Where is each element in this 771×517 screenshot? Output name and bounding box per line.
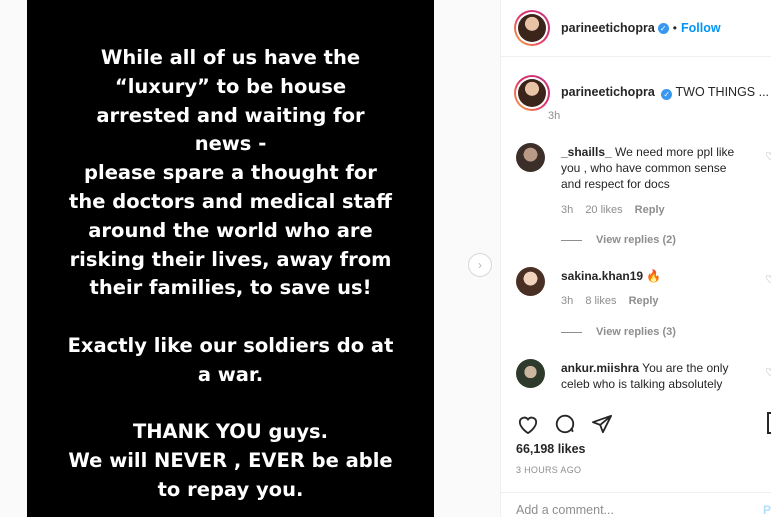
- post-image[interactable]: While all of us have the “luxury” to be h…: [27, 0, 434, 517]
- comment-input[interactable]: [516, 503, 746, 517]
- header-username[interactable]: parineetichopra: [561, 21, 655, 35]
- verified-badge-icon: ✓: [661, 89, 673, 100]
- view-replies-button[interactable]: View replies (3): [561, 326, 676, 338]
- post-image-text-line: While all of us have the: [100, 46, 361, 69]
- comment-body: sakina.khan19 🔥: [561, 268, 746, 284]
- verified-badge-icon: ✓: [657, 22, 669, 34]
- post-time[interactable]: 3 HOURS AGO: [516, 465, 581, 475]
- instagram-post-view: While all of us have the “luxury” to be h…: [0, 0, 771, 517]
- comment-like-icon[interactable]: ♡: [765, 273, 771, 286]
- post-image-text: While all of us have the “luxury” to be h…: [27, 44, 434, 505]
- heart-icon: [518, 416, 538, 434]
- comment-time[interactable]: 3h: [561, 295, 573, 307]
- next-button[interactable]: ›: [468, 253, 492, 277]
- comment-text: 🔥: [646, 269, 662, 283]
- separator-dot: •: [672, 21, 677, 35]
- post-image-text-line: news -: [194, 132, 267, 156]
- post-actions: [516, 412, 614, 436]
- comment-avatar[interactable]: [516, 267, 545, 296]
- like-count[interactable]: 66,198 likes: [516, 442, 586, 456]
- caption-text: TWO THINGS ...: [675, 85, 770, 99]
- post-image-text-line: a war.: [197, 362, 264, 386]
- reply-button[interactable]: Reply: [635, 204, 665, 216]
- post-image-text-gap: [27, 303, 434, 332]
- chevron-right-icon: ›: [478, 258, 482, 272]
- caption-text-line: parineetichopra ✓ TWO THINGS ...: [561, 85, 769, 111]
- like-button[interactable]: [516, 412, 540, 436]
- post-image-text-line: their families, to save us!: [89, 276, 372, 300]
- post-image-text-line: risking their lives, away from: [69, 247, 392, 271]
- post-sidebar: parineetichopra ✓ • Follow parineetichop…: [500, 0, 771, 517]
- post-image-text-line: around the world who are: [88, 218, 373, 242]
- comment-meta: 3h 20 likes Reply: [561, 204, 674, 216]
- share-button[interactable]: [590, 412, 614, 436]
- post-image-text-line: arrested and waiting for: [96, 103, 365, 127]
- view-replies-button[interactable]: View replies (2): [561, 234, 676, 246]
- comment-body: ankur.miishra You are the only celeb who…: [561, 360, 746, 392]
- comment-avatar[interactable]: [516, 359, 545, 388]
- follow-button[interactable]: Follow: [681, 21, 721, 35]
- caption: parineetichopra ✓ TWO THINGS ...: [514, 75, 769, 111]
- comment-button[interactable]: [553, 412, 577, 436]
- view-replies-label: View replies (3): [596, 326, 676, 338]
- caption-time: 3h: [548, 110, 561, 122]
- share-icon: [592, 414, 612, 434]
- comment-username[interactable]: ankur.miishra: [561, 361, 639, 375]
- comment-likes[interactable]: 20 likes: [585, 204, 622, 216]
- post-header: parineetichopra ✓ • Follow: [501, 0, 771, 57]
- save-icon[interactable]: [767, 412, 771, 434]
- caption-username[interactable]: parineetichopra: [561, 85, 655, 99]
- comment-like-icon[interactable]: ♡: [765, 366, 771, 379]
- post-image-text-line: Exactly like our soldiers do at: [67, 333, 394, 357]
- avatar[interactable]: [514, 10, 550, 46]
- comment-avatar[interactable]: [516, 143, 545, 172]
- comment-meta: 3h 8 likes Reply: [561, 295, 668, 307]
- comment-body: _shaills_ We need more ppl like you , wh…: [561, 144, 746, 192]
- post-image-text-gap: [27, 390, 434, 419]
- reply-button[interactable]: Reply: [629, 295, 659, 307]
- comment-like-icon[interactable]: ♡: [765, 150, 771, 163]
- replies-divider: [561, 331, 582, 333]
- comment-likes[interactable]: 8 likes: [585, 295, 616, 307]
- add-comment-bar: P: [501, 492, 771, 517]
- comment-time[interactable]: 3h: [561, 204, 573, 216]
- post-image-text-line: “luxury” to be house: [114, 74, 347, 98]
- post-image-text-line: We will NEVER , EVER be able: [68, 449, 393, 473]
- comment-username[interactable]: sakina.khan19: [561, 269, 643, 283]
- post-image-text-line: the doctors and medical staff: [69, 189, 392, 213]
- comment-username[interactable]: _shaills_: [561, 145, 612, 159]
- post-image-text-line: please spare a thought for: [84, 161, 377, 185]
- post-image-text-line: to repay you.: [157, 477, 304, 501]
- comments-list[interactable]: parineetichopra ✓ TWO THINGS ... 3h _sha…: [501, 58, 771, 398]
- post-image-text-line: THANK YOU guys.: [132, 420, 329, 444]
- caption-avatar[interactable]: [514, 75, 550, 111]
- view-replies-label: View replies (2): [596, 234, 676, 246]
- post-comment-button[interactable]: P: [763, 503, 771, 517]
- replies-divider: [561, 239, 582, 241]
- comment-icon: [555, 414, 575, 434]
